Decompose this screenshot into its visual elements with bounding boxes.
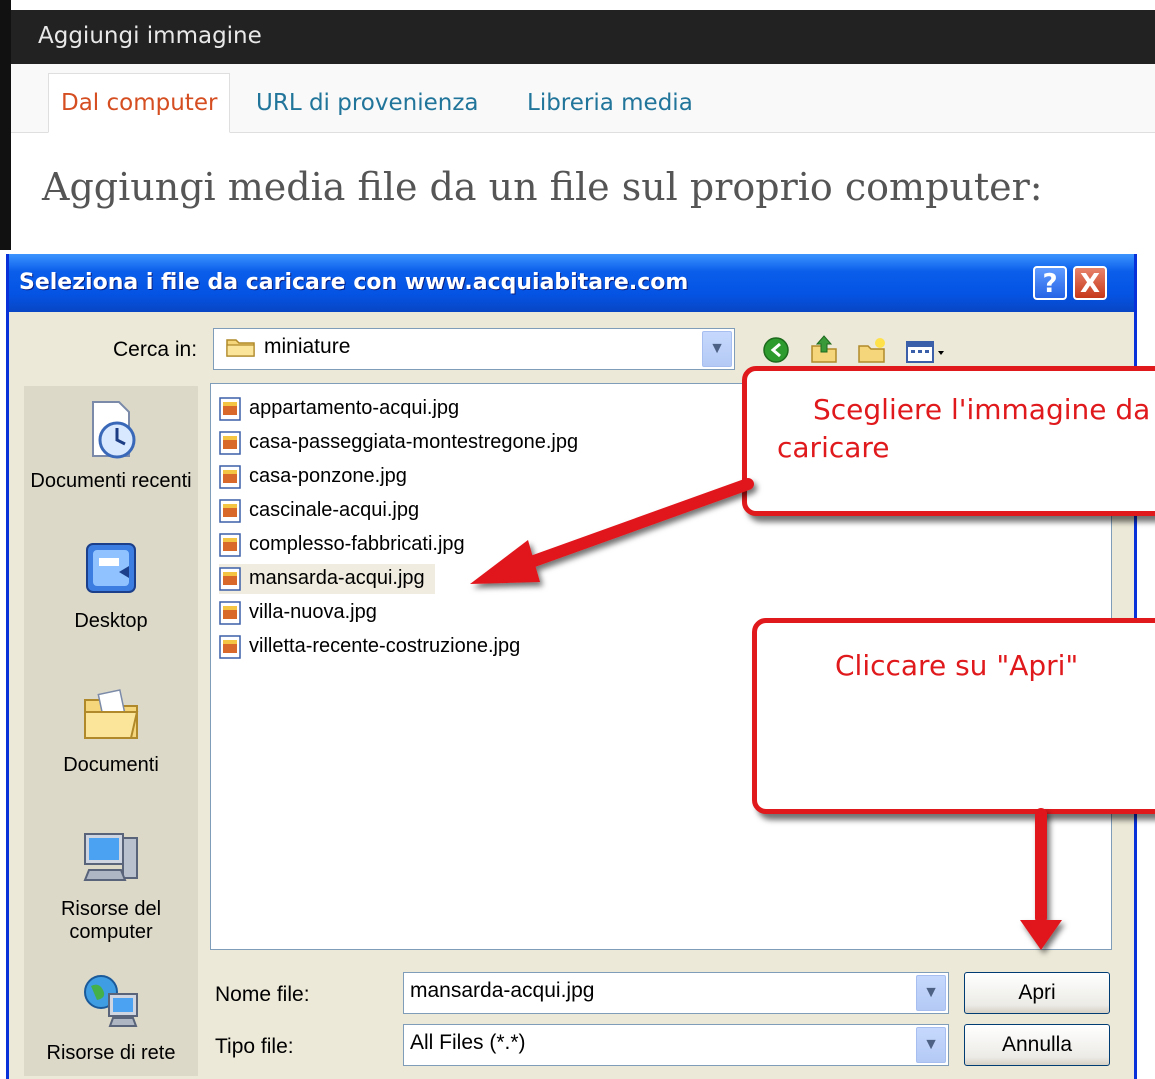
look-in-label: Cerca in: bbox=[113, 338, 198, 361]
recent-documents-icon bbox=[92, 401, 136, 459]
file-name: appartamento-acqui.jpg bbox=[249, 397, 460, 419]
callout-choose-image: Scegliere l'immagine da caricare bbox=[742, 366, 1155, 516]
place-label: Risorse del computer bbox=[60, 898, 162, 943]
callout-text: Cliccare su "Apri" bbox=[835, 649, 1079, 682]
up-folder-icon[interactable] bbox=[809, 334, 839, 364]
jpg-file-icon bbox=[219, 465, 241, 489]
callout-click-open: Cliccare su "Apri" bbox=[752, 618, 1155, 814]
media-modal-header: Aggiungi immagine bbox=[11, 10, 1155, 64]
back-icon[interactable] bbox=[761, 334, 791, 364]
places-bar: Documenti recenti Desktop Documenti Riso… bbox=[24, 386, 198, 1076]
file-item[interactable]: villetta-recente-costruzione.jpg bbox=[219, 632, 530, 662]
jpg-file-icon bbox=[219, 567, 241, 591]
file-item[interactable]: casa-passeggiata-montestregone.jpg bbox=[219, 428, 588, 458]
chevron-down-icon[interactable]: ▼ bbox=[916, 1027, 946, 1063]
folder-icon bbox=[226, 339, 255, 357]
open-button[interactable]: Apri bbox=[964, 972, 1110, 1014]
file-name: casa-ponzone.jpg bbox=[249, 465, 407, 487]
media-tabs: Dal computer URL di provenienza Libreria… bbox=[11, 64, 1155, 133]
chevron-down-icon[interactable]: ▼ bbox=[702, 331, 732, 367]
network-icon bbox=[84, 975, 138, 1027]
file-name: casa-passeggiata-montestregone.jpg bbox=[249, 431, 579, 453]
dialog-title: Seleziona i file da caricare con www.acq… bbox=[19, 270, 689, 295]
file-item[interactable]: casa-ponzone.jpg bbox=[219, 462, 417, 492]
jpg-file-icon bbox=[219, 431, 241, 455]
file-name: complesso-fabbricati.jpg bbox=[249, 533, 465, 555]
filename-input[interactable]: mansarda-acqui.jpg ▼ bbox=[403, 972, 949, 1014]
upload-heading: Aggiungi media file da un file sul propr… bbox=[42, 165, 1043, 209]
tab-media-library[interactable]: Libreria media bbox=[515, 74, 705, 132]
media-modal-title: Aggiungi immagine bbox=[38, 23, 262, 49]
new-folder-icon[interactable] bbox=[857, 334, 887, 364]
filetype-label: Tipo file: bbox=[215, 1035, 294, 1058]
place-desktop[interactable]: Desktop bbox=[24, 538, 198, 633]
place-label: Desktop bbox=[74, 610, 148, 632]
file-item[interactable]: cascinale-acqui.jpg bbox=[219, 496, 429, 526]
tab-from-url[interactable]: URL di provenienza bbox=[244, 74, 491, 132]
filename-value: mansarda-acqui.jpg bbox=[410, 979, 595, 1002]
jpg-file-icon bbox=[219, 533, 241, 557]
look-in-combo[interactable]: miniature ▼ bbox=[213, 328, 735, 370]
place-recent-documents[interactable]: Documenti recenti bbox=[24, 398, 198, 493]
look-in-value: miniature bbox=[264, 335, 351, 358]
my-computer-icon bbox=[83, 833, 138, 881]
place-label: Documenti recenti bbox=[30, 470, 192, 492]
file-name: cascinale-acqui.jpg bbox=[249, 499, 420, 521]
file-name: mansarda-acqui.jpg bbox=[249, 567, 425, 589]
file-name: villa-nuova.jpg bbox=[249, 601, 377, 623]
documents-folder-icon bbox=[84, 689, 139, 739]
file-item[interactable]: villa-nuova.jpg bbox=[219, 598, 387, 628]
jpg-file-icon bbox=[219, 601, 241, 625]
jpg-file-icon bbox=[219, 635, 241, 659]
jpg-file-icon bbox=[219, 397, 241, 421]
close-button[interactable]: X bbox=[1073, 266, 1107, 300]
help-button[interactable]: ? bbox=[1033, 266, 1067, 300]
place-label: Documenti bbox=[63, 754, 159, 776]
view-menu-icon[interactable] bbox=[905, 334, 949, 364]
file-name: villetta-recente-costruzione.jpg bbox=[249, 635, 521, 657]
place-label: Risorse di rete bbox=[46, 1042, 176, 1064]
filetype-select[interactable]: All Files (*.*) ▼ bbox=[403, 1024, 949, 1066]
place-network[interactable]: Risorse di rete bbox=[24, 970, 198, 1065]
dialog-titlebar[interactable]: Seleziona i file da caricare con www.acq… bbox=[9, 254, 1134, 312]
file-item[interactable]: mansarda-acqui.jpg bbox=[219, 564, 435, 594]
place-documents[interactable]: Documenti bbox=[24, 682, 198, 777]
filetype-value: All Files (*.*) bbox=[410, 1031, 526, 1054]
file-item[interactable]: appartamento-acqui.jpg bbox=[219, 394, 469, 424]
file-item[interactable]: complesso-fabbricati.jpg bbox=[219, 530, 475, 560]
filename-label: Nome file: bbox=[215, 983, 310, 1006]
callout-text-line1: Scegliere l'immagine da bbox=[813, 393, 1151, 426]
callout-text-line2: caricare bbox=[777, 431, 890, 464]
desktop-icon bbox=[86, 543, 136, 593]
place-my-computer[interactable]: Risorse del computer bbox=[24, 826, 198, 944]
cancel-button[interactable]: Annulla bbox=[964, 1024, 1110, 1066]
tab-from-computer[interactable]: Dal computer bbox=[48, 73, 231, 133]
chevron-down-icon[interactable]: ▼ bbox=[916, 975, 946, 1011]
jpg-file-icon bbox=[219, 499, 241, 523]
